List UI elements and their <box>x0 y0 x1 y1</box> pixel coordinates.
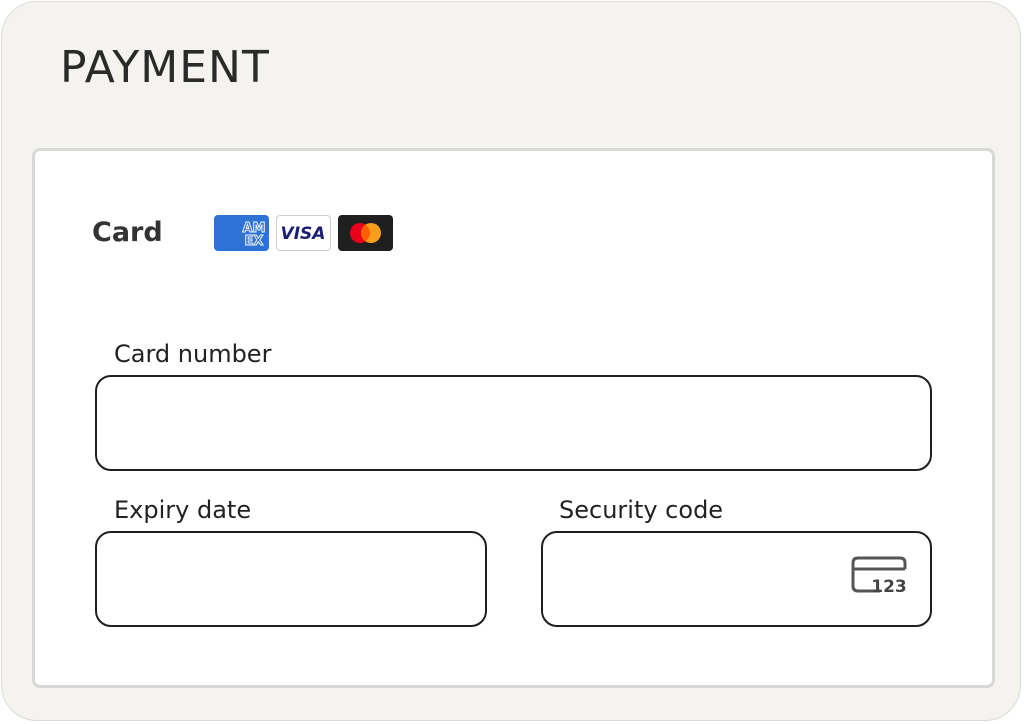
security-code-label: Security code <box>559 496 724 524</box>
page-title: PAYMENT <box>60 42 270 93</box>
svg-text:VISA: VISA <box>281 224 326 244</box>
security-code-field: 123 <box>541 531 932 627</box>
card-cvc-icon: 123 <box>851 556 907 597</box>
card-number-input[interactable] <box>95 375 932 471</box>
expiry-date-input[interactable] <box>95 531 487 627</box>
svg-text:EX: EX <box>245 234 264 249</box>
payment-window: PAYMENT Card AM EX VISA Card number Expi… <box>1 1 1021 721</box>
card-cvc-icon-text: 123 <box>871 577 907 597</box>
amex-logo: AM EX <box>214 215 269 251</box>
visa-logo: VISA <box>276 215 331 251</box>
expiry-date-label: Expiry date <box>114 496 252 524</box>
payment-form-panel: Card AM EX VISA Card number Expiry date … <box>32 148 995 688</box>
mastercard-logo <box>338 215 393 251</box>
payment-method-label: Card <box>92 217 163 248</box>
card-number-label: Card number <box>114 340 272 368</box>
